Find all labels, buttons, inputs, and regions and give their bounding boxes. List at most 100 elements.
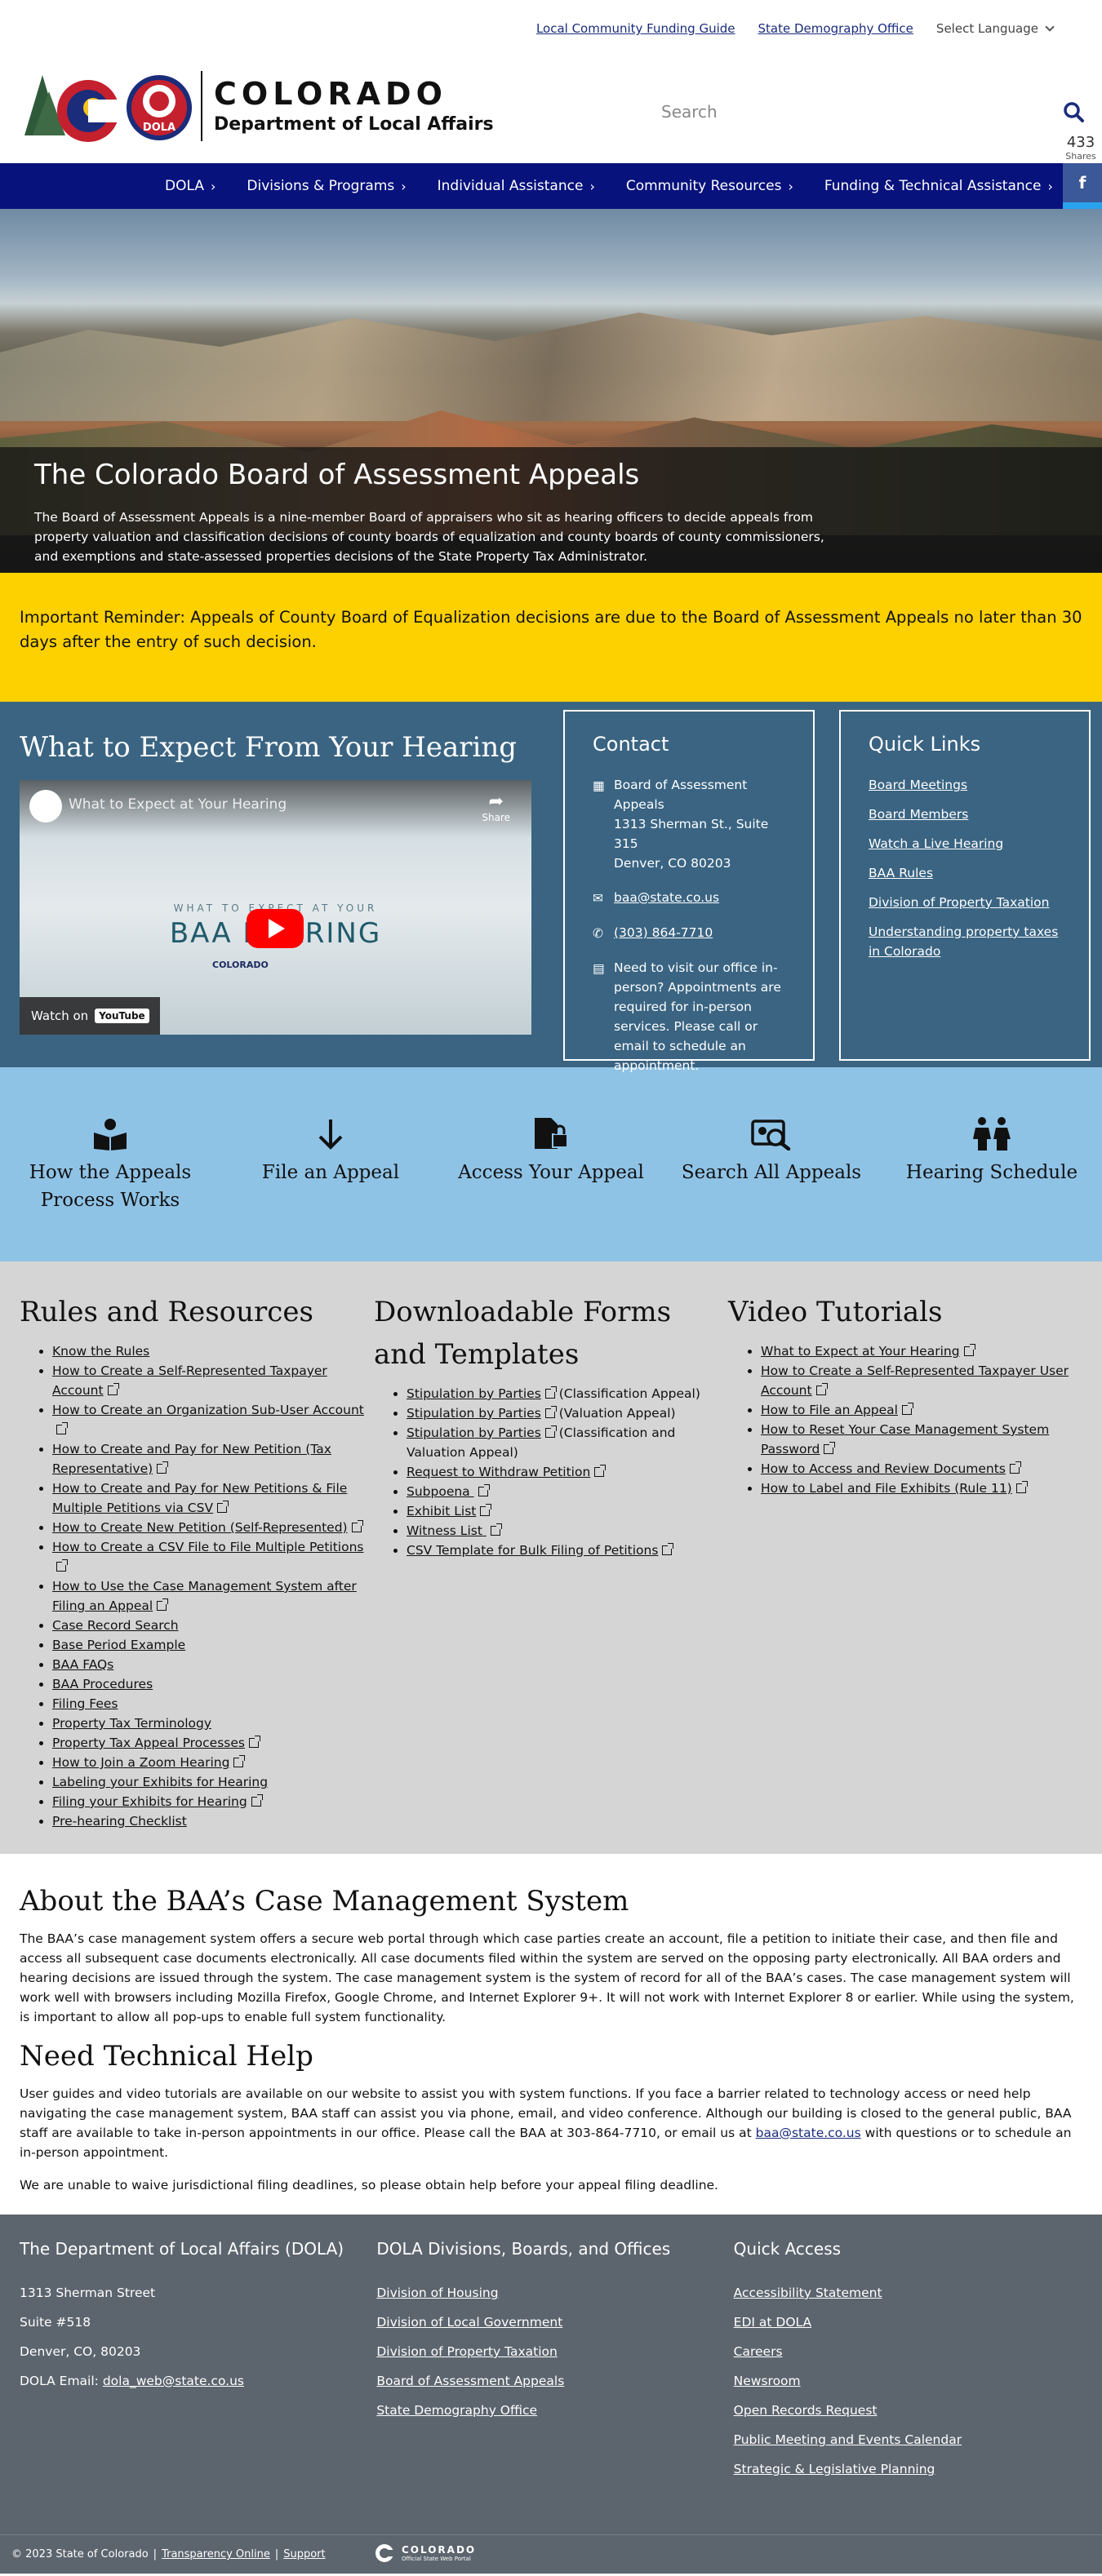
rules-item-link[interactable]: Property Tax Terminology — [52, 1716, 211, 1731]
rules-item-link[interactable]: Pre-hearing Checklist — [52, 1814, 187, 1829]
nav-item-community-resources[interactable]: Community Resources › — [626, 178, 793, 194]
forms-item-link[interactable]: Request to Withdraw Petition — [407, 1465, 590, 1479]
videos-item-link[interactable]: How to File an Appeal — [761, 1403, 898, 1417]
footer-quick-access-link[interactable]: Open Records Request — [734, 2403, 878, 2418]
footer-address-line: 1313 Sherman Street — [20, 2286, 156, 2300]
footer-email-link[interactable]: dola_web@state.co.us — [103, 2374, 244, 2388]
rules-item-link[interactable]: Know the Rules — [52, 1344, 149, 1359]
forms-item-link[interactable]: Witness List — [407, 1523, 487, 1538]
quick-link-property-taxation[interactable]: Division of Property Taxation — [869, 893, 1061, 912]
support-link[interactable]: Support — [283, 2548, 325, 2560]
footer-quick-access-link[interactable]: EDI at DOLA — [734, 2315, 811, 2330]
external-link-icon — [351, 1520, 363, 1532]
rules-item-link[interactable]: Filing your Exhibits for Hearing — [52, 1794, 247, 1809]
rules-item-link[interactable]: Property Tax Appeal Processes — [52, 1736, 245, 1750]
forms-item: Stipulation by Parties (Classification a… — [407, 1423, 728, 1462]
quick-link-board-members[interactable]: Board Members — [869, 805, 1061, 824]
external-link-icon — [251, 1794, 263, 1807]
nav-item-funding[interactable]: Funding & Technical Assistance › — [824, 178, 1053, 194]
facebook-share-button[interactable]: f — [1063, 163, 1102, 202]
footer-quick-access-link[interactable]: Careers — [734, 2344, 783, 2359]
search-button[interactable] — [1053, 91, 1094, 132]
rules-item-link[interactable]: Base Period Example — [52, 1638, 185, 1652]
quick-link-understanding-taxes[interactable]: Understanding property taxes in Colorado — [869, 922, 1061, 961]
footer-quick-access-link[interactable]: Accessibility Statement — [734, 2286, 882, 2300]
quick-link-baa-rules[interactable]: BAA Rules — [869, 863, 1061, 883]
forms-item-link[interactable]: Stipulation by Parties — [407, 1406, 541, 1421]
tile-hearing-schedule[interactable]: Hearing Schedule — [882, 1113, 1102, 1261]
nav-item-label: Individual Assistance — [437, 178, 584, 194]
rules-item-link[interactable]: How to Create a Self-Represented Taxpaye… — [52, 1363, 327, 1398]
contact-phone-link[interactable]: (303) 864-7710 — [614, 923, 713, 943]
hearing-video-player[interactable]: What to Expect at Your Hearing ➦ Share WH… — [20, 780, 531, 1035]
video-share-button[interactable]: ➦ Share — [482, 791, 510, 823]
nav-item-divisions[interactable]: Divisions & Programs › — [247, 178, 406, 194]
rules-item-link[interactable]: How to Use the Case Management System af… — [52, 1579, 357, 1613]
external-link-icon — [248, 1736, 260, 1748]
footer-quick-access-link[interactable]: Strategic & Legislative Planning — [734, 2462, 935, 2476]
forms-item-link[interactable]: Stipulation by Parties — [407, 1425, 541, 1440]
rules-item-link[interactable]: How to Create a CSV File to File Multipl… — [52, 1540, 363, 1554]
search-input[interactable] — [637, 102, 1053, 122]
forms-item-link[interactable]: Exhibit List — [407, 1504, 476, 1519]
forms-item-link[interactable]: Stipulation by Parties — [407, 1386, 541, 1401]
footer-division-link[interactable]: Division of Housing — [376, 2286, 498, 2300]
rules-item-link[interactable]: BAA FAQs — [52, 1657, 113, 1672]
forms-item-link[interactable]: CSV Template for Bulk Filing of Petition… — [407, 1543, 658, 1558]
forms-item: CSV Template for Bulk Filing of Petition… — [407, 1541, 728, 1560]
quick-link-live-hearing[interactable]: Watch a Live Hearing — [869, 834, 1061, 853]
rules-item-link[interactable]: How to Create and Pay for New Petition (… — [52, 1442, 331, 1476]
transparency-online-link[interactable]: Transparency Online — [162, 2548, 270, 2560]
videos-item-link[interactable]: How to Create a Self-Represented Taxpaye… — [761, 1363, 1069, 1398]
videos-item-link[interactable]: How to Reset Your Case Management System… — [761, 1422, 1049, 1456]
language-select[interactable]: Select Language — [936, 21, 1055, 36]
footer-division-link[interactable]: Board of Assessment Appeals — [376, 2374, 564, 2388]
state-portal-logo[interactable]: COLORADO Official State Web Portal — [372, 2543, 476, 2563]
hero-caption: The Colorado Board of Assessment Appeals… — [0, 447, 1102, 573]
video-title[interactable]: What to Expect at Your Hearing — [20, 780, 531, 837]
tile-search-appeals[interactable]: Search All Appeals — [661, 1113, 882, 1261]
nav-item-individual-assistance[interactable]: Individual Assistance › — [438, 178, 595, 194]
footer-division-link[interactable]: Division of Property Taxation — [376, 2344, 557, 2359]
rules-item: Property Tax Appeal Processes — [52, 1733, 374, 1753]
rules-item: Filing your Exhibits for Hearing — [52, 1792, 374, 1811]
rules-item-link[interactable]: BAA Procedures — [52, 1677, 153, 1691]
help-email-link[interactable]: baa@state.co.us — [756, 2126, 861, 2140]
building-icon: ▦ — [593, 778, 605, 793]
colorado-logo-icon: DOLA — [24, 67, 196, 145]
footer-quick-access-link[interactable]: Newsroom — [734, 2374, 801, 2388]
rules-item-link[interactable]: How to Join a Zoom Hearing — [52, 1755, 229, 1770]
videos-item-link[interactable]: How to Label and File Exhibits (Rule 11) — [761, 1481, 1012, 1496]
videos-item-link[interactable]: What to Expect at Your Hearing — [761, 1344, 960, 1359]
tile-appeals-process[interactable]: How the Appeals Process Works — [0, 1113, 220, 1261]
important-reminder-banner: Important Reminder: Appeals of County Bo… — [0, 573, 1102, 702]
rules-item: Filing Fees — [52, 1694, 374, 1714]
rules-item-link[interactable]: Labeling your Exhibits for Hearing — [52, 1775, 268, 1789]
video-share-label: Share — [482, 812, 510, 823]
contact-email-link[interactable]: baa@state.co.us — [614, 888, 719, 908]
footer-divisions-links: Division of Housing Division of Local Gov… — [376, 2283, 725, 2420]
rules-item-link[interactable]: Filing Fees — [52, 1696, 118, 1711]
rules-item-link[interactable]: Case Record Search — [52, 1618, 179, 1633]
tile-access-appeal[interactable]: Access Your Appeal — [441, 1113, 661, 1261]
rules-item-link[interactable]: How to Create New Petition (Self-Represe… — [52, 1520, 348, 1535]
videos-item-link[interactable]: How to Access and Review Documents — [761, 1461, 1006, 1476]
watch-on-youtube-button[interactable]: Watch on YouTube — [20, 997, 160, 1035]
state-demography-office-link[interactable]: State Demography Office — [758, 21, 913, 36]
footer-quick-access-link[interactable]: Public Meeting and Events Calendar — [734, 2432, 962, 2447]
footer-dola-column: The Department of Local Affairs (DOLA) 1… — [20, 2239, 368, 2534]
rules-item-link[interactable]: How to Create an Organization Sub-User A… — [52, 1403, 364, 1417]
tile-file-appeal[interactable]: File an Appeal — [220, 1113, 441, 1261]
local-community-funding-guide-link[interactable]: Local Community Funding Guide — [536, 21, 735, 36]
forms-item-link[interactable]: Subpoena — [407, 1484, 474, 1499]
channel-avatar[interactable] — [29, 790, 62, 822]
book-icon — [94, 1119, 127, 1151]
play-button[interactable] — [247, 909, 304, 948]
quick-link-board-meetings[interactable]: Board Meetings — [869, 775, 1061, 795]
rules-item-link[interactable]: How to Create and Pay for New Petitions … — [52, 1481, 347, 1515]
footer-division-link[interactable]: Division of Local Government — [376, 2315, 562, 2330]
dola-logo[interactable]: DOLA COLORADO Department of Local Affair… — [24, 67, 494, 145]
footer-quick-access-row: Strategic & Legislative Planning — [734, 2459, 1082, 2479]
footer-division-link[interactable]: State Demography Office — [376, 2403, 537, 2418]
nav-item-dola[interactable]: DOLA › — [165, 178, 216, 194]
